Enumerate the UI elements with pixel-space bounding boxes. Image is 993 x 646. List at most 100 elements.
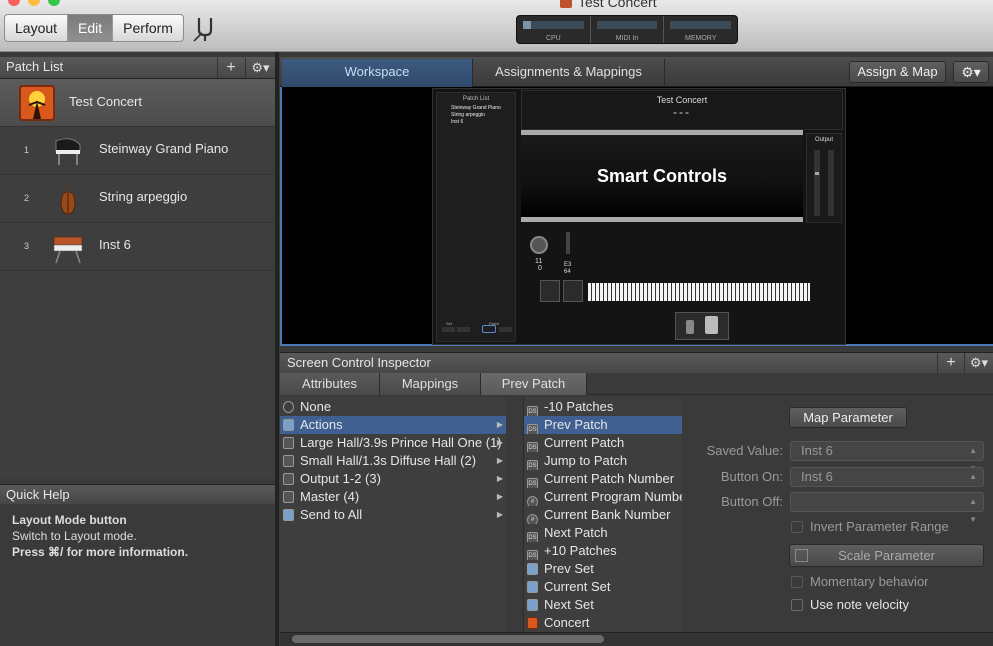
patch-row[interactable]: 1 Steinway Grand Piano	[0, 127, 275, 175]
tab-workspace[interactable]: Workspace	[282, 59, 473, 87]
patch-number: 1	[24, 145, 30, 155]
inspector-header: Screen Control Inspector + ⚙▾	[280, 352, 993, 373]
disclosure-arrow-icon: ▶	[496, 456, 503, 465]
button-on-select[interactable]: Inst 6▲▼	[790, 467, 984, 499]
mini-expression-pedal[interactable]	[686, 320, 694, 334]
perform-mode-button[interactable]: Perform	[113, 15, 183, 41]
list-item-action[interactable]: Current Set	[524, 578, 682, 596]
mini-knob[interactable]	[530, 236, 548, 254]
list-item-plugin[interactable]: Master (4) ▶	[280, 488, 506, 506]
list-item-action[interactable]: Concert	[524, 614, 682, 632]
patch-row[interactable]: 2 String arpeggio	[0, 175, 275, 223]
mini-output-meter[interactable]: Output	[806, 133, 842, 223]
patch-action-icon: DS	[527, 478, 538, 488]
patch-name: Inst 6	[99, 237, 131, 252]
list-item-plugin[interactable]: Output 1-2 (3) ▶	[280, 470, 506, 488]
patch-action-icon: DS	[527, 550, 538, 560]
violin-icon	[60, 183, 76, 215]
add-screen-control-button[interactable]: +	[937, 353, 964, 373]
synthesizer-icon	[53, 236, 83, 264]
mini-prev-patch-button[interactable]	[482, 325, 496, 333]
tab-attributes[interactable]: Attributes	[280, 373, 380, 395]
mini-knob-value: 0	[538, 265, 542, 272]
mini-sustain-pedal[interactable]	[705, 316, 718, 334]
map-parameter-button[interactable]: Map Parameter	[789, 407, 907, 428]
list-item-send-to-all[interactable]: Send to All ▶	[280, 506, 506, 524]
patch-list-gear-button[interactable]: ⚙▾	[245, 58, 275, 78]
patch-row[interactable]: 3 Inst 6	[0, 223, 275, 271]
mini-concert-title: Test Concert	[656, 95, 708, 105]
saved-value-label: Saved Value:	[706, 443, 783, 458]
list-item-action[interactable]: DS Current Patch	[524, 434, 682, 452]
list-item-action[interactable]: DS Next Patch	[524, 524, 682, 542]
tab-prev-patch[interactable]: Prev Patch	[481, 373, 587, 395]
stepper-icon: ▲▼	[969, 497, 977, 524]
patch-name: Steinway Grand Piano	[99, 141, 229, 156]
list-item-none[interactable]: None	[280, 398, 506, 416]
output-meter-right	[828, 150, 834, 216]
list-item-action[interactable]: # Current Bank Number	[524, 506, 682, 524]
workspace-gear-button[interactable]: ⚙▾	[953, 61, 989, 83]
list-item-plugin[interactable]: Small Hall/1.3s Diffuse Hall (2) ▶	[280, 452, 506, 470]
button-on-label: Button On:	[720, 469, 783, 484]
patch-action-icon: DS	[527, 460, 538, 470]
close-window-button[interactable]	[8, 0, 20, 6]
mini-mod-wheel[interactable]	[563, 280, 583, 302]
invert-range-checkbox[interactable]	[791, 521, 803, 533]
list-item-action[interactable]: DS -10 Patches	[524, 398, 682, 416]
mini-slider[interactable]	[566, 232, 570, 254]
tuner-icon[interactable]	[190, 14, 220, 44]
button-off-select[interactable]: ▲ ▼	[790, 492, 984, 524]
output-fader[interactable]	[815, 172, 819, 175]
mini-patch-list-title: Patch List	[462, 96, 490, 102]
set-folder-icon	[527, 563, 538, 575]
add-patch-button[interactable]: +	[217, 58, 244, 78]
list-item-actions[interactable]: Actions ▶	[280, 416, 506, 434]
list-item-action[interactable]: Next Set	[524, 596, 682, 614]
mini-concert-display[interactable]: Test Concert ---	[521, 90, 843, 130]
mini-set-next-button[interactable]	[457, 327, 470, 332]
list-item-action[interactable]: DS Jump to Patch	[524, 452, 682, 470]
set-folder-icon	[527, 581, 538, 593]
edit-mode-button[interactable]: Edit	[68, 15, 114, 41]
program-icon: #	[527, 514, 538, 524]
zoom-window-button[interactable]	[48, 0, 60, 6]
patch-number: 3	[24, 241, 30, 251]
mini-patch-list[interactable]: Patch List Steinway Grand Piano String a…	[436, 92, 516, 342]
note-velocity-checkbox[interactable]	[791, 599, 803, 611]
mini-next-patch-button[interactable]	[499, 327, 512, 332]
layout-mode-button[interactable]: Layout	[5, 15, 69, 41]
mini-pedals[interactable]	[675, 312, 729, 340]
inspector-gear-button[interactable]: ⚙▾	[964, 353, 993, 373]
concert-row[interactable]: Test Concert	[0, 79, 275, 127]
quick-help-more: Press ⌘/ for more information.	[12, 545, 189, 559]
list-item-plugin[interactable]: Large Hall/3.9s Prince Hall One (1) ▶	[280, 434, 506, 452]
momentary-label: Momentary behavior	[810, 574, 929, 589]
momentary-checkbox[interactable]	[791, 576, 803, 588]
smart-controls-placeholder[interactable]: Smart Controls	[521, 130, 803, 222]
plugin-icon	[283, 473, 294, 485]
list-item-action[interactable]: Prev Set	[524, 560, 682, 578]
list-item-action[interactable]: # Current Program Number	[524, 488, 682, 506]
scrollbar-thumb[interactable]	[292, 635, 604, 643]
window-title: Test Concert	[560, 0, 657, 10]
mini-set-prev-button[interactable]	[442, 327, 455, 332]
mini-keyboard[interactable]	[588, 283, 810, 301]
disclosure-arrow-icon: ▶	[496, 438, 503, 447]
scale-parameter-button[interactable]: Scale Parameter	[789, 544, 984, 567]
memory-meter: MEMORY	[664, 16, 737, 43]
disclosure-arrow-icon: ▶	[496, 510, 503, 519]
inspector-title: Screen Control Inspector	[287, 355, 431, 370]
patch-action-icon: DS	[527, 424, 538, 434]
assign-map-button[interactable]: Assign & Map	[849, 61, 946, 83]
patch-number: 2	[24, 193, 30, 203]
list-item-action[interactable]: DS Current Patch Number	[524, 470, 682, 488]
minimize-window-button[interactable]	[28, 0, 40, 6]
tab-assignments-mappings[interactable]: Assignments & Mappings	[473, 59, 665, 87]
list-item-action[interactable]: DS +10 Patches	[524, 542, 682, 560]
mini-pitch-wheel[interactable]	[540, 280, 560, 302]
panel-divider[interactable]	[275, 52, 279, 646]
saved-value-select[interactable]: Inst 6▲▼	[790, 441, 984, 473]
list-item-action[interactable]: DS Prev Patch	[524, 416, 682, 434]
tab-mappings[interactable]: Mappings	[380, 373, 481, 395]
